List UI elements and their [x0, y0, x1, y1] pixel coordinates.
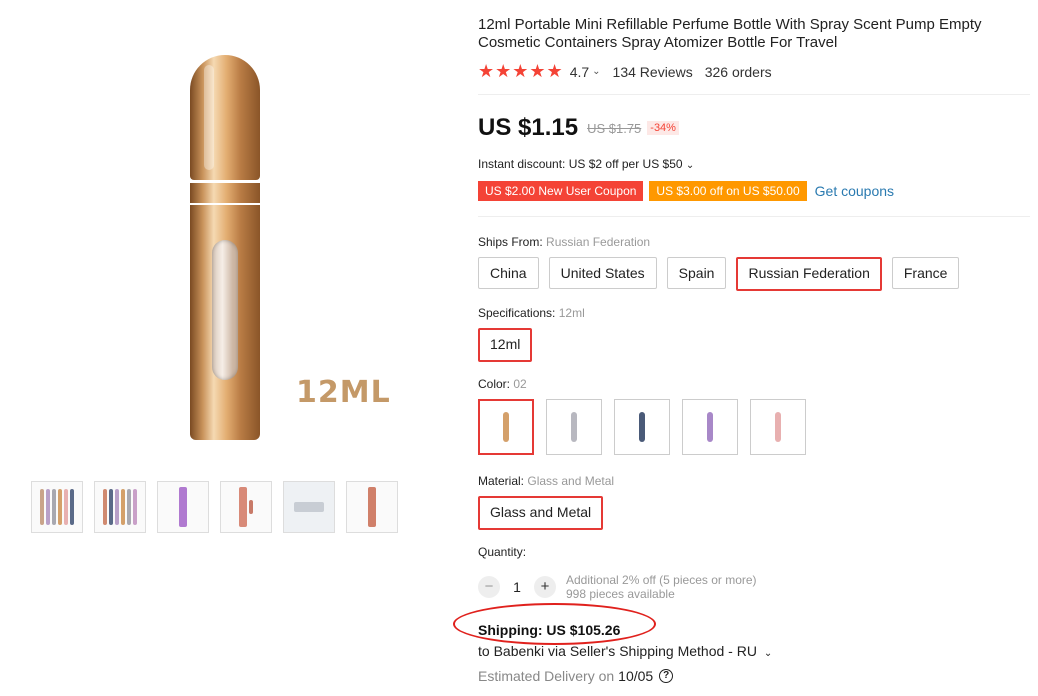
material-title: Material:: [478, 474, 525, 488]
chevron-down-icon[interactable]: ⌄: [592, 66, 600, 77]
price-row: US $1.15 US $1.75 -34%: [478, 114, 679, 142]
ships-from-label: Ships From: Russian Federation: [478, 235, 650, 249]
shipping-method[interactable]: to Babenki via Seller's Shipping Method …: [478, 643, 772, 659]
material-options: Glass and Metal: [478, 496, 604, 530]
specifications-title: Specifications:: [478, 306, 556, 320]
orders-count: 326 orders: [704, 63, 772, 80]
discount-badge: -34%: [647, 121, 679, 135]
material-value: Glass and Metal: [527, 474, 615, 488]
specification-options: 12ml: [478, 328, 533, 362]
thumbnail-1[interactable]: [31, 481, 83, 533]
rating-score[interactable]: 4.7: [570, 64, 589, 80]
chevron-down-icon: ⌄: [685, 160, 695, 171]
get-coupons-link[interactable]: Get coupons: [815, 183, 894, 199]
chevron-down-icon: ⌄: [763, 648, 773, 659]
bottle-collar: [190, 183, 260, 203]
spec-12ml[interactable]: 12ml: [478, 328, 533, 362]
ships-from-france[interactable]: France: [891, 257, 960, 289]
thumbnail-4[interactable]: [220, 481, 272, 533]
estimated-delivery: Estimated Delivery on 10/05 ?: [478, 668, 674, 684]
quantity-label: Quantity:: [478, 545, 527, 559]
material-label: Material: Glass and Metal: [478, 474, 614, 488]
instant-discount-text: Instant discount: US $2 off per US $50: [478, 157, 683, 171]
quantity-value[interactable]: 1: [500, 579, 534, 595]
color-label: Color: 02: [478, 377, 527, 391]
perfume-bottle-image: [190, 55, 260, 445]
ships-from-russian-federation[interactable]: Russian Federation: [736, 257, 882, 291]
color-value: 02: [513, 377, 527, 391]
coupon-row: US $2.00 New User Coupon US $3.00 off on…: [478, 181, 894, 201]
color-swatch-1[interactable]: [478, 399, 534, 455]
ships-from-value: Russian Federation: [546, 235, 651, 249]
color-title: Color:: [478, 377, 511, 391]
product-title: 12ml Portable Mini Refillable Perfume Bo…: [478, 16, 982, 51]
color-swatch-5[interactable]: [750, 399, 806, 455]
star-rating-icon: ★★★★★: [478, 61, 564, 81]
quantity-info: Additional 2% off (5 pieces or more) 998…: [566, 573, 757, 601]
bulk-discount-note: Additional 2% off (5 pieces or more): [566, 573, 757, 587]
help-icon[interactable]: ?: [659, 669, 674, 683]
quantity-minus-button[interactable]: −: [478, 576, 500, 598]
divider: [478, 94, 1030, 95]
ships-from-title: Ships From:: [478, 235, 543, 249]
new-user-coupon[interactable]: US $2.00 New User Coupon: [478, 181, 644, 201]
quantity-plus-button[interactable]: +: [534, 576, 556, 598]
ships-from-spain[interactable]: Spain: [666, 257, 727, 289]
main-product-image[interactable]: 12ML: [40, 15, 420, 465]
color-options: [478, 399, 806, 455]
thumbnail-6[interactable]: [346, 481, 398, 533]
rating-row: ★★★★★ 4.7 ⌄ 134 Reviews 326 orders: [478, 61, 772, 82]
ships-from-options: China United States Spain Russian Federa…: [478, 257, 960, 291]
thumbnail-2[interactable]: [94, 481, 146, 533]
color-swatch-4[interactable]: [682, 399, 738, 455]
image-size-label: 12ML: [296, 375, 391, 410]
pieces-available: 998 pieces available: [566, 587, 675, 601]
thumbnail-5[interactable]: [283, 481, 335, 533]
bottle-cap: [190, 55, 260, 180]
store-coupon[interactable]: US $3.00 off on US $50.00: [649, 181, 807, 201]
color-swatch-3[interactable]: [614, 399, 670, 455]
original-price: US $1.75: [587, 120, 642, 136]
color-swatch-2[interactable]: [546, 399, 602, 455]
material-glass-and-metal[interactable]: Glass and Metal: [478, 496, 604, 530]
thumbnail-3[interactable]: [157, 481, 209, 533]
shipping-highlight-circle: [453, 603, 656, 645]
reviews-link[interactable]: 134 Reviews: [613, 64, 693, 80]
specifications-label: Specifications: 12ml: [478, 306, 585, 320]
bottle-body: [190, 205, 260, 440]
divider: [478, 216, 1030, 217]
thumbnail-strip: [31, 481, 398, 533]
current-price: US $1.15: [478, 114, 579, 141]
quantity-stepper: − 1 + Additional 2% off (5 pieces or mor…: [478, 573, 757, 601]
delivery-label: Estimated Delivery on: [478, 668, 615, 684]
ships-from-united-states[interactable]: United States: [548, 257, 657, 289]
shipping-method-text: to Babenki via Seller's Shipping Method …: [478, 643, 757, 659]
specifications-value: 12ml: [558, 306, 585, 320]
ships-from-china[interactable]: China: [478, 257, 539, 289]
delivery-date: 10/05: [618, 668, 654, 684]
instant-discount[interactable]: Instant discount: US $2 off per US $50 ⌄: [478, 157, 694, 171]
bottle-window: [212, 240, 238, 380]
